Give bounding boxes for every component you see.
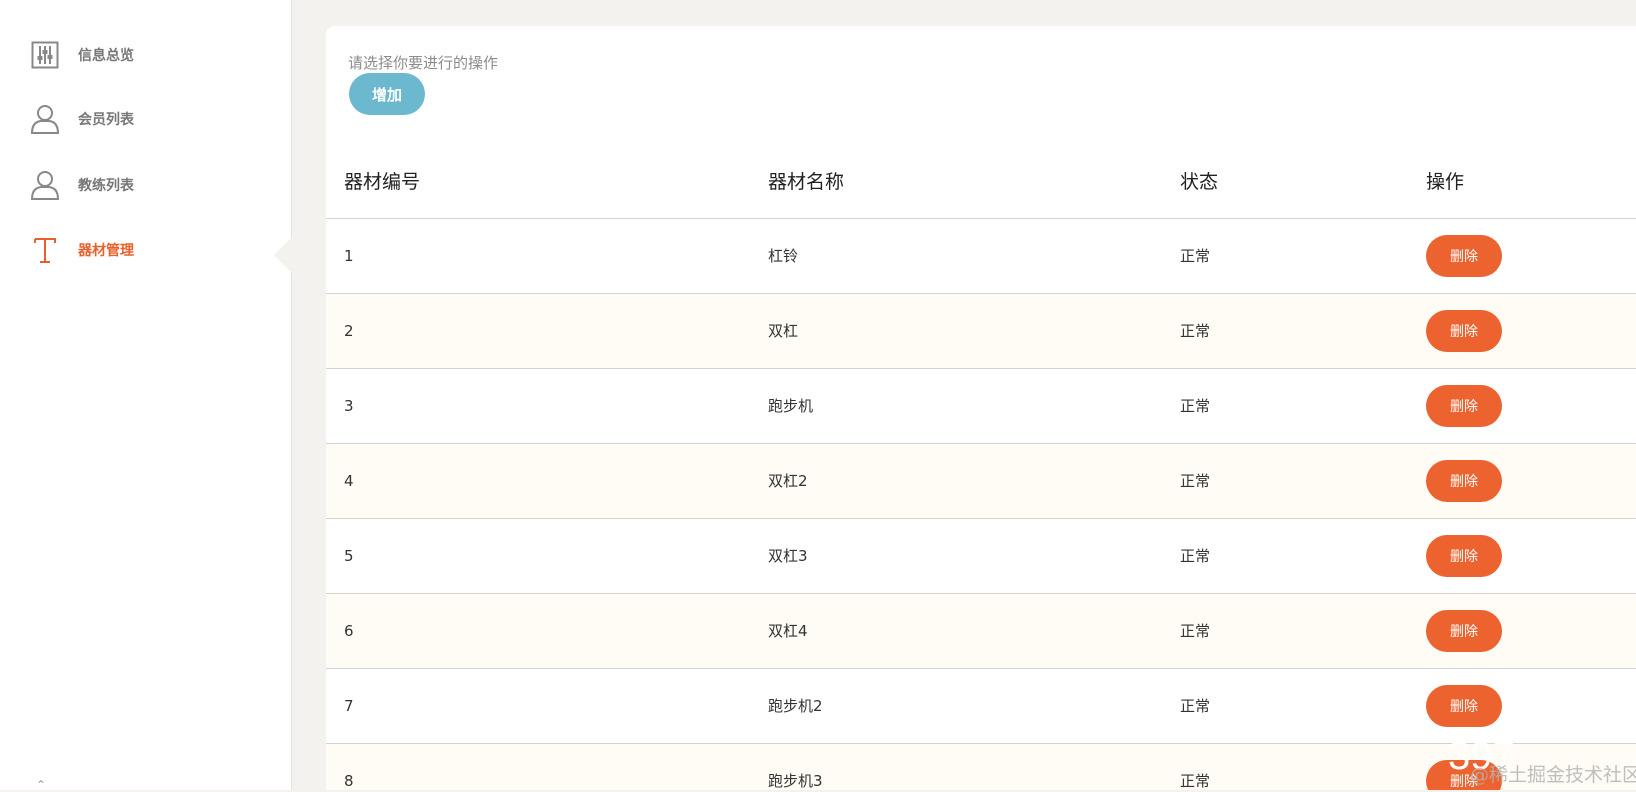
cell-name: 双杠4 bbox=[762, 593, 1174, 669]
cell-id: 5 bbox=[326, 518, 762, 594]
cell-status: 正常 bbox=[1174, 368, 1420, 444]
sliders-icon bbox=[30, 39, 60, 71]
table-row: 1 杠铃 正常 删除 bbox=[326, 218, 1636, 294]
cell-id: 1 bbox=[326, 218, 762, 294]
cell-id: 2 bbox=[326, 293, 762, 369]
sidebar-item-coaches[interactable]: 教练列表 bbox=[0, 157, 292, 213]
delete-button[interactable]: 删除 bbox=[1426, 384, 1502, 427]
header-action: 操作 bbox=[1420, 136, 1636, 219]
sidebar-item-label: 会员列表 bbox=[78, 112, 134, 128]
table-row: 3 跑步机 正常 删除 bbox=[326, 368, 1636, 444]
cell-status: 正常 bbox=[1174, 218, 1420, 294]
cell-action: 删除 bbox=[1420, 668, 1636, 744]
cell-action: 删除 bbox=[1420, 368, 1636, 444]
cell-id: 7 bbox=[326, 668, 762, 744]
main-panel: 请选择你要进行的操作 增加 器材编号 器材名称 状态 操作 1 杠铃 正常 删除… bbox=[326, 26, 1636, 790]
table-row: 4 双杠2 正常 删除 bbox=[326, 443, 1636, 519]
add-button[interactable]: 增加 bbox=[349, 73, 425, 115]
cell-status: 正常 bbox=[1174, 293, 1420, 369]
cell-name: 双杠 bbox=[762, 293, 1174, 369]
user-icon bbox=[30, 103, 60, 135]
delete-button[interactable]: 删除 bbox=[1426, 234, 1502, 277]
user-icon bbox=[30, 169, 60, 201]
cell-action: 删除 bbox=[1420, 518, 1636, 594]
cell-id: 6 bbox=[326, 593, 762, 669]
cell-name: 跑步机2 bbox=[762, 668, 1174, 744]
delete-button[interactable]: 删除 bbox=[1426, 609, 1502, 652]
active-pointer bbox=[274, 237, 292, 273]
sidebar-item-overview[interactable]: 信息总览 bbox=[0, 27, 292, 83]
chevron-up-icon: ⌃ bbox=[36, 778, 47, 792]
cell-id: 8 bbox=[326, 743, 762, 790]
sidebar-item-label: 信息总览 bbox=[78, 48, 134, 64]
header-status: 状态 bbox=[1174, 136, 1420, 219]
table-row: 6 双杠4 正常 删除 bbox=[326, 593, 1636, 669]
cell-action: 删除 bbox=[1420, 218, 1636, 294]
cell-name: 跑步机3 bbox=[762, 743, 1174, 790]
cell-name: 双杠3 bbox=[762, 518, 1174, 594]
table-row: 5 双杠3 正常 删除 bbox=[326, 518, 1636, 594]
cell-status: 正常 bbox=[1174, 668, 1420, 744]
cell-status: 正常 bbox=[1174, 518, 1420, 594]
operation-hint: 请选择你要进行的操作 bbox=[348, 54, 499, 72]
delete-button[interactable]: 删除 bbox=[1426, 309, 1502, 352]
cell-status: 正常 bbox=[1174, 593, 1420, 669]
sidebar-item-label: 器材管理 bbox=[78, 243, 134, 259]
cell-name: 杠铃 bbox=[762, 218, 1174, 294]
text-t-icon bbox=[30, 234, 60, 266]
table-row: 7 跑步机2 正常 删除 bbox=[326, 668, 1636, 744]
equipment-table: 器材编号 器材名称 状态 操作 1 杠铃 正常 删除 2 双杠 正常 删除 3 … bbox=[326, 136, 1636, 790]
cell-action: 删除 bbox=[1420, 593, 1636, 669]
table-row: 8 跑步机3 正常 删除 bbox=[326, 743, 1636, 790]
cell-name: 跑步机 bbox=[762, 368, 1174, 444]
sidebar: 信息总览 会员列表 教练列表 器材管理 ⌃ bbox=[0, 0, 292, 792]
cell-action: 删除 bbox=[1420, 293, 1636, 369]
cell-action: 删除 bbox=[1420, 443, 1636, 519]
table-header-row: 器材编号 器材名称 状态 操作 bbox=[326, 136, 1636, 219]
delete-button[interactable]: 删除 bbox=[1426, 684, 1502, 727]
sidebar-item-equipment[interactable]: 器材管理 bbox=[0, 222, 292, 278]
cell-name: 双杠2 bbox=[762, 443, 1174, 519]
cell-status: 正常 bbox=[1174, 443, 1420, 519]
cell-id: 4 bbox=[326, 443, 762, 519]
sidebar-item-label: 教练列表 bbox=[78, 178, 134, 194]
table-row: 2 双杠 正常 删除 bbox=[326, 293, 1636, 369]
header-equipment-name: 器材名称 bbox=[762, 136, 1174, 219]
watermark-text: @稀土掘金技术社区 bbox=[1470, 764, 1636, 786]
sidebar-item-members[interactable]: 会员列表 bbox=[0, 91, 292, 147]
delete-button[interactable]: 删除 bbox=[1426, 459, 1502, 502]
cell-status: 正常 bbox=[1174, 743, 1420, 790]
delete-button[interactable]: 删除 bbox=[1426, 534, 1502, 577]
cell-id: 3 bbox=[326, 368, 762, 444]
header-equipment-id: 器材编号 bbox=[326, 136, 762, 219]
